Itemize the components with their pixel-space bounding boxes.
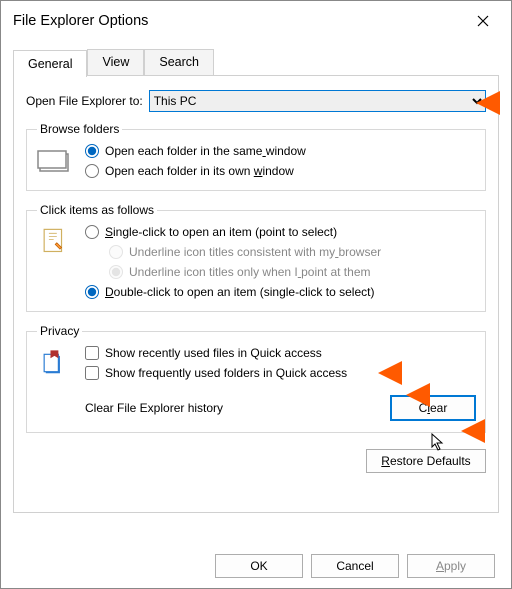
radio-own-window-label: Open each folder in its own window — [105, 164, 294, 178]
annotation-arrow — [476, 91, 500, 115]
radio-single-click[interactable]: Single-click to open an item (point to s… — [85, 225, 475, 239]
checkbox-frequent-folders-input[interactable] — [85, 366, 99, 380]
open-explorer-select[interactable]: This PC — [149, 90, 486, 112]
titlebar: File Explorer Options — [1, 1, 511, 39]
clear-button[interactable]: Clear — [391, 396, 475, 420]
radio-single-click-label: Single-click to open an item (point to s… — [105, 225, 337, 239]
radio-underline-point-label: Underline icon titles only when I point … — [129, 265, 370, 279]
annotation-arrow — [461, 419, 485, 443]
annotation-arrow — [378, 361, 402, 385]
browse-folders-group: Browse folders Open each folder in the s… — [26, 122, 486, 191]
tab-view[interactable]: View — [87, 49, 144, 76]
radio-same-window-input[interactable] — [85, 144, 99, 158]
checkbox-recent-files-input[interactable] — [85, 346, 99, 360]
radio-underline-browser-label: Underline icon titles consistent with my… — [129, 245, 381, 259]
radio-double-click-input[interactable] — [85, 285, 99, 299]
open-explorer-row: Open File Explorer to: This PC — [26, 90, 486, 112]
radio-double-click[interactable]: Double-click to open an item (single-cli… — [85, 285, 475, 299]
radio-underline-point-input — [109, 265, 123, 279]
cancel-button[interactable]: Cancel — [311, 554, 399, 578]
file-explorer-options-dialog: File Explorer Options General View Searc… — [0, 0, 512, 589]
general-panel: Open File Explorer to: This PC Browse fo… — [13, 75, 499, 513]
folders-icon — [37, 146, 75, 176]
privacy-group: Privacy Show recently used files in Quic… — [26, 324, 486, 433]
radio-same-window[interactable]: Open each folder in the same window — [85, 144, 475, 158]
close-button[interactable] — [465, 7, 501, 35]
annotation-arrow — [406, 383, 430, 407]
tab-strip: General View Search — [13, 49, 499, 76]
tab-search[interactable]: Search — [144, 49, 214, 76]
checkbox-recent-files[interactable]: Show recently used files in Quick access — [85, 346, 475, 360]
privacy-legend: Privacy — [37, 324, 82, 338]
checkbox-frequent-folders[interactable]: Show frequently used folders in Quick ac… — [85, 366, 475, 380]
restore-defaults-button[interactable]: Restore Defaults — [366, 449, 486, 473]
ok-button[interactable]: OK — [215, 554, 303, 578]
tab-general[interactable]: General — [13, 50, 87, 77]
radio-underline-browser: Underline icon titles consistent with my… — [109, 245, 475, 259]
checkbox-recent-files-label: Show recently used files in Quick access — [105, 346, 322, 360]
click-items-group: Click items as follows Single-click to o… — [26, 203, 486, 312]
click-items-legend: Click items as follows — [37, 203, 157, 217]
checkbox-frequent-folders-label: Show frequently used folders in Quick ac… — [105, 366, 347, 380]
radio-single-click-input[interactable] — [85, 225, 99, 239]
dialog-title: File Explorer Options — [13, 13, 148, 29]
apply-button[interactable]: Apply — [407, 554, 495, 578]
dialog-button-row: OK Cancel Apply — [215, 554, 495, 578]
close-icon — [477, 15, 489, 27]
privacy-icon — [37, 348, 75, 378]
radio-own-window[interactable]: Open each folder in its own window — [85, 164, 475, 178]
restore-row: Restore Defaults — [26, 449, 486, 473]
click-icon — [37, 227, 75, 257]
radio-double-click-label: Double-click to open an item (single-cli… — [105, 285, 374, 299]
radio-underline-point: Underline icon titles only when I point … — [109, 265, 475, 279]
clear-history-label: Clear File Explorer history — [85, 401, 223, 415]
browse-folders-legend: Browse folders — [37, 122, 122, 136]
radio-own-window-input[interactable] — [85, 164, 99, 178]
radio-underline-browser-input — [109, 245, 123, 259]
radio-same-window-label: Open each folder in the same window — [105, 144, 306, 158]
open-explorer-label: Open File Explorer to: — [26, 94, 143, 108]
